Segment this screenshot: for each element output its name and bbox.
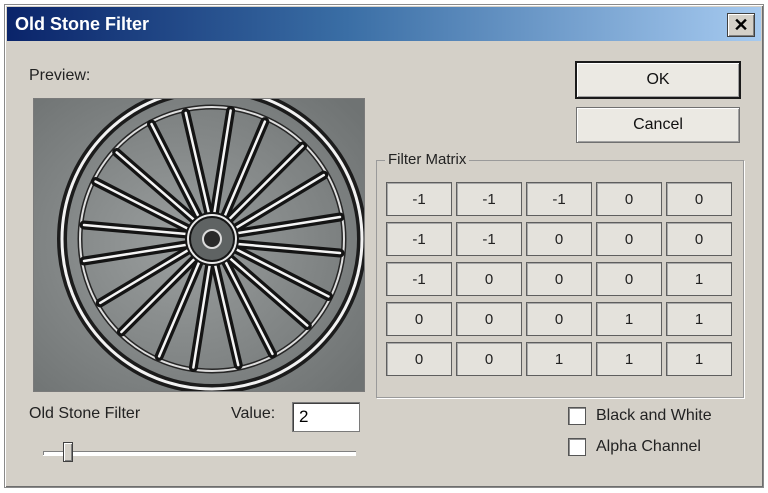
ok-button[interactable]: OK — [575, 61, 741, 99]
alpha-channel-label: Alpha Channel — [596, 438, 701, 455]
value-input-text: 2 — [299, 407, 309, 426]
preview-image — [33, 98, 365, 392]
title-bar[interactable]: Old Stone Filter ✕ — [7, 7, 761, 41]
matrix-cell-r2-c4[interactable]: 0 — [596, 222, 662, 256]
matrix-cell-r1-c5[interactable]: 0 — [666, 182, 732, 216]
filter-value-slider-thumb[interactable] — [63, 442, 73, 462]
close-icon: ✕ — [733, 14, 749, 35]
cancel-button[interactable]: Cancel — [576, 107, 740, 143]
matrix-cell-r2-c1[interactable]: -1 — [386, 222, 452, 256]
black-and-white-option[interactable]: Black and White — [568, 407, 712, 425]
matrix-cell-r3-c4[interactable]: 0 — [596, 262, 662, 296]
matrix-cell-r5-c4[interactable]: 1 — [596, 342, 662, 376]
black-and-white-checkbox[interactable] — [568, 407, 586, 425]
matrix-cell-r4-c3[interactable]: 0 — [526, 302, 592, 336]
matrix-cell-r4-c5[interactable]: 1 — [666, 302, 732, 336]
matrix-cell-r2-c3[interactable]: 0 — [526, 222, 592, 256]
old-stone-filter-dialog: Old Stone Filter ✕ Preview: OK Cancel Fi… — [4, 4, 764, 488]
alpha-channel-checkbox[interactable] — [568, 438, 586, 456]
matrix-cell-r3-c2[interactable]: 0 — [456, 262, 522, 296]
matrix-cell-r4-c4[interactable]: 1 — [596, 302, 662, 336]
close-button[interactable]: ✕ — [727, 13, 755, 37]
filter-matrix-grid: -1 -1 -1 0 0 -1 -1 0 0 0 -1 0 0 0 1 0 0 … — [386, 182, 732, 376]
filter-matrix-title: Filter Matrix — [385, 151, 470, 168]
matrix-cell-r3-c5[interactable]: 1 — [666, 262, 732, 296]
preview-label: Preview: — [29, 67, 91, 84]
filter-name-label: Old Stone Filter — [29, 405, 141, 422]
alpha-channel-option[interactable]: Alpha Channel — [568, 438, 701, 456]
matrix-cell-r1-c3[interactable]: -1 — [526, 182, 592, 216]
matrix-cell-r4-c1[interactable]: 0 — [386, 302, 452, 336]
matrix-cell-r5-c5[interactable]: 1 — [666, 342, 732, 376]
matrix-cell-r5-c3[interactable]: 1 — [526, 342, 592, 376]
wheel-preview-graphic — [34, 99, 364, 391]
window-title: Old Stone Filter — [15, 14, 150, 34]
matrix-cell-r3-c3[interactable]: 0 — [526, 262, 592, 296]
matrix-cell-r2-c5[interactable]: 0 — [666, 222, 732, 256]
matrix-cell-r3-c1[interactable]: -1 — [386, 262, 452, 296]
matrix-cell-r1-c4[interactable]: 0 — [596, 182, 662, 216]
filter-matrix-group: Filter Matrix -1 -1 -1 0 0 -1 -1 0 0 0 -… — [376, 151, 744, 398]
value-input[interactable]: 2 — [292, 402, 360, 432]
matrix-cell-r5-c1[interactable]: 0 — [386, 342, 452, 376]
matrix-cell-r2-c2[interactable]: -1 — [456, 222, 522, 256]
matrix-cell-r5-c2[interactable]: 0 — [456, 342, 522, 376]
black-and-white-label: Black and White — [596, 407, 712, 424]
matrix-cell-r1-c2[interactable]: -1 — [456, 182, 522, 216]
filter-value-slider-track[interactable] — [43, 451, 356, 455]
matrix-cell-r1-c1[interactable]: -1 — [386, 182, 452, 216]
value-label: Value: — [231, 405, 276, 422]
matrix-cell-r4-c2[interactable]: 0 — [456, 302, 522, 336]
